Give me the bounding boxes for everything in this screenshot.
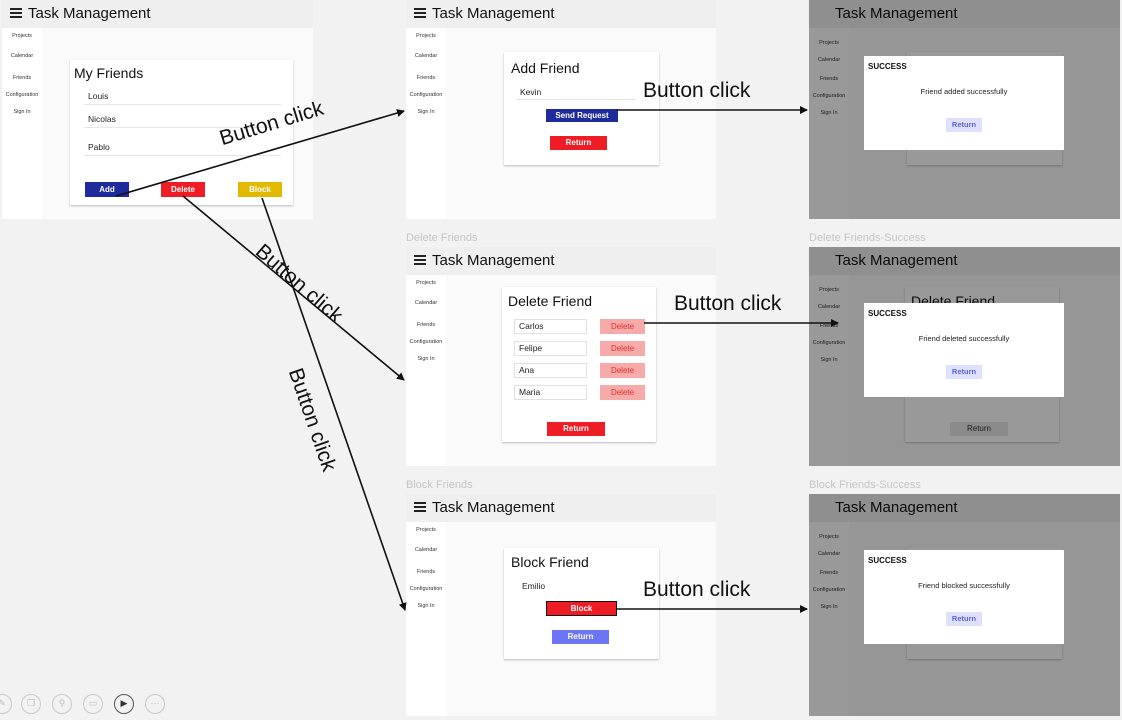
card-title: My Friends [74,65,144,81]
success-header: SUCCESS [868,309,907,318]
nav-calendar[interactable]: Calendar [2,53,42,59]
friend-row[interactable]: Ana [514,363,587,378]
menu-icon[interactable] [414,502,426,512]
nav-sign-in[interactable]: Sign In [406,603,446,609]
nav-configuration[interactable]: Configuration [406,92,446,98]
nav-projects[interactable]: Projects [406,527,446,533]
nav-friends[interactable]: Friends [2,75,42,81]
nav-projects[interactable]: Projects [2,33,42,39]
success-message: Friend added successfully [920,87,1008,96]
nav-calendar[interactable]: Calendar [406,547,446,553]
top-bar: Task Management [2,0,313,28]
arrow-label: Button click [283,365,341,475]
block-friend-card: Block Friend Emilio Block Return [504,548,659,659]
friend-row[interactable]: Pablo [84,142,281,156]
canvas-toolbar: ✎ ❐ ⚲ ▭ ▶ ··· [0,694,170,718]
nav-projects[interactable]: Projects [406,33,446,39]
nav-configuration[interactable]: Configuration [2,92,42,98]
copy-icon[interactable]: ❐ [21,694,41,714]
frame-label: Block Friends [406,479,473,491]
search-icon[interactable]: ⚲ [52,694,72,714]
friend-name-input[interactable]: Kevin [516,87,636,100]
success-modal: SUCCESS Friend added successfully Return [864,56,1064,150]
nav-configuration[interactable]: Configuration [406,339,446,345]
add-friend-card: Add Friend Kevin Send Request Return [504,52,659,165]
video-icon[interactable]: ▶ [114,694,134,714]
delete-button[interactable]: Delete [600,385,645,400]
menu-icon[interactable] [414,255,426,265]
nav-calendar[interactable]: Calendar [406,300,446,306]
arrow-label: Button click [674,292,782,315]
app-title: Task Management [432,252,555,269]
delete-button[interactable]: Delete [161,182,205,197]
sidebar: Projects Calendar Friends Configuration … [406,275,446,466]
frame-block-friend: Task Management Projects Calendar Friend… [406,494,716,716]
friend-row[interactable]: Maria [514,385,587,400]
return-button[interactable]: Return [946,365,982,379]
arrow-label: Button click [643,578,751,601]
return-button[interactable]: Return [946,118,982,132]
keyboard-icon[interactable]: ▭ [83,694,103,714]
frame-block-success: Task Management Projects Calendar Friend… [809,494,1120,716]
delete-friend-card: Delete Friend Carlos Delete Felipe Delet… [502,287,656,442]
app-title: Task Management [432,499,555,516]
nav-friends[interactable]: Friends [406,75,446,81]
nav-sign-in[interactable]: Sign In [2,109,42,115]
more-icon[interactable]: ··· [145,694,165,714]
success-message: Friend blocked successfully [918,581,1010,590]
arrow-label: Button click [643,79,751,102]
success-header: SUCCESS [868,556,907,565]
return-button[interactable]: Return [550,136,607,150]
block-button[interactable]: Block [238,182,282,197]
success-message: Friend deleted successfully [918,334,1010,343]
app-title: Task Management [28,5,151,22]
frame-label: Delete Friends-Success [809,232,926,244]
friend-name: Emilio [518,581,578,594]
return-button[interactable]: Return [946,612,982,626]
return-button[interactable]: Return [547,422,605,436]
sidebar: Projects Calendar Friends Configuration … [406,28,446,219]
frame-label: Block Friends-Success [809,479,921,491]
arrow-label: Button click [250,239,348,328]
sidebar: Projects Calendar Friends Configuration … [2,28,42,219]
card-title: Delete Friend [508,293,593,309]
nav-configuration[interactable]: Configuration [406,586,446,592]
top-bar: Task Management [406,494,716,522]
success-modal: SUCCESS Friend blocked successfully Retu… [864,550,1064,644]
friend-row[interactable]: Felipe [514,341,587,356]
delete-button[interactable]: Delete [600,363,645,378]
block-button[interactable]: Block [546,601,617,616]
delete-button[interactable]: Delete [600,319,645,334]
pencil-icon[interactable]: ✎ [0,694,12,714]
return-button[interactable]: Return [552,630,609,644]
frame-delete-friend: Task Management Projects Calendar Friend… [406,247,716,466]
nav-projects[interactable]: Projects [406,280,446,286]
frame-label: Delete Friends [406,232,478,244]
top-bar: Task Management [406,247,716,275]
add-button[interactable]: Add [85,182,129,197]
nav-sign-in[interactable]: Sign In [406,356,446,362]
app-title: Task Management [432,5,555,22]
success-modal: SUCCESS Friend deleted successfully Retu… [864,303,1064,397]
frame-my-friends: Task Management Projects Calendar Friend… [2,0,313,219]
friend-row[interactable]: Carlos [514,319,587,334]
frame-add-success: Task Management Projects Calendar Friend… [809,0,1120,219]
delete-button[interactable]: Delete [600,341,645,356]
top-bar: Task Management [406,0,716,28]
nav-friends[interactable]: Friends [406,322,446,328]
card-title: Add Friend [511,60,580,76]
send-request-button[interactable]: Send Request [546,109,618,122]
frame-delete-success: Task Management Projects Calendar Friend… [809,247,1120,466]
friend-row[interactable]: Louis [84,91,281,105]
nav-calendar[interactable]: Calendar [406,53,446,59]
nav-sign-in[interactable]: Sign In [406,109,446,115]
card-title: Block Friend [511,554,589,570]
nav-friends[interactable]: Friends [406,569,446,575]
menu-icon[interactable] [414,8,426,18]
frame-add-friend: Task Management Projects Calendar Friend… [406,0,716,219]
success-header: SUCCESS [868,62,907,71]
sidebar: Projects Calendar Friends Configuration … [406,522,446,716]
menu-icon[interactable] [10,8,22,18]
